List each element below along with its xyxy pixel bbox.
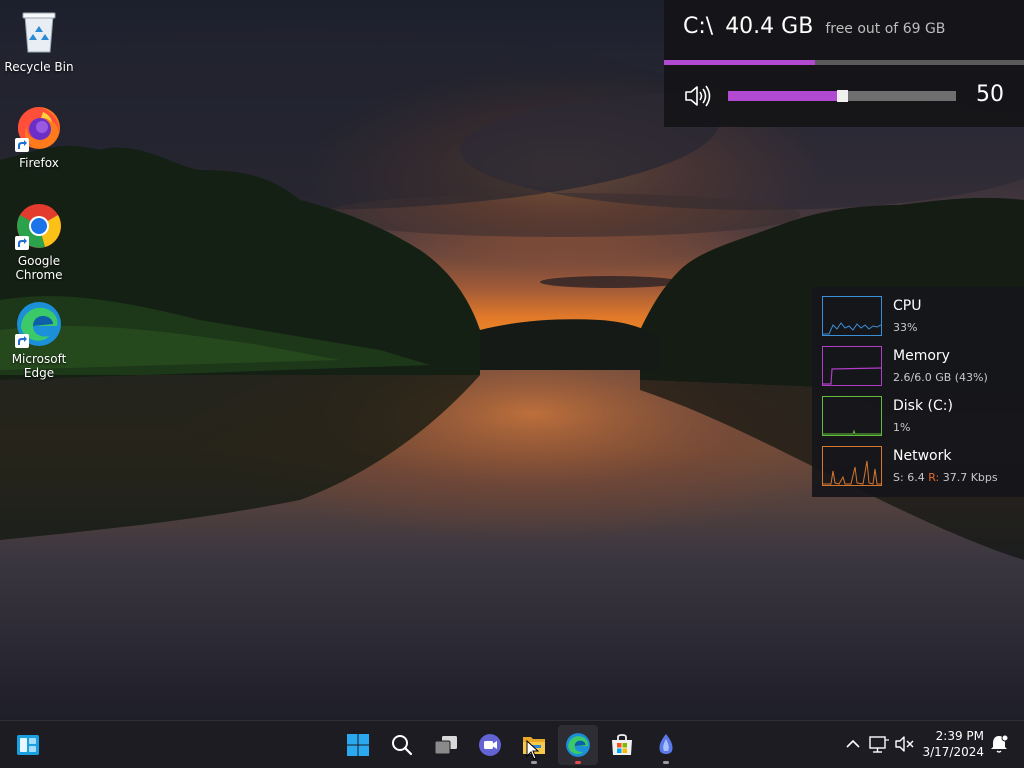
edge-icon <box>15 300 63 348</box>
clock-date: 3/17/2024 <box>922 745 984 759</box>
drive-info: C:\ 40.4 GB free out of 69 GB <box>683 14 945 39</box>
widgets-button[interactable] <box>8 725 48 765</box>
volume-muted-icon <box>895 736 914 752</box>
volume-tray-button[interactable] <box>894 733 916 755</box>
volume-slider[interactable] <box>728 90 956 102</box>
desktop-icon-firefox[interactable]: Firefox <box>1 104 77 170</box>
show-hidden-icons-button[interactable] <box>842 733 864 755</box>
cpu-graph <box>822 296 882 336</box>
pinned-app-button[interactable] <box>646 725 686 765</box>
running-indicator <box>531 761 537 764</box>
firefox-icon <box>15 104 63 152</box>
shortcut-arrow-icon <box>15 236 29 250</box>
network-graph <box>822 446 882 486</box>
microsoft-store-icon <box>612 734 632 755</box>
desktop-icon-label: Google Chrome <box>15 254 63 282</box>
desktop-icon-label: Microsoft Edge <box>11 352 67 380</box>
perf-cpu-value: 33% <box>893 321 918 334</box>
desktop-icon-microsoft-edge[interactable]: Microsoft Edge <box>1 300 77 380</box>
network-recv-label: R: <box>928 471 940 484</box>
perf-cpu-label: CPU <box>893 298 922 314</box>
perf-disk-label: Disk (C:) <box>893 398 953 414</box>
desktop-icon-label: Firefox <box>19 156 59 170</box>
perf-disk-value: 1% <box>893 421 911 434</box>
drive-volume-widget: C:\ 40.4 GB free out of 69 GB 50 <box>664 0 1024 127</box>
microsoft-store-button[interactable] <box>602 725 642 765</box>
perf-memory[interactable]: Memory 2.6/6.0 GB (43%) <box>822 346 1022 388</box>
chat-icon <box>479 734 501 756</box>
drive-letter: C:\ <box>683 14 714 39</box>
volume-slider-thumb[interactable] <box>837 90 848 102</box>
chat-button[interactable] <box>470 725 510 765</box>
perf-network[interactable]: Network S: 6.4 R: 37.7 Kbps <box>822 446 1022 488</box>
perf-network-label: Network <box>893 448 952 464</box>
chevron-up-icon <box>846 739 860 748</box>
performance-widget: CPU 33% Memory 2.6/6.0 GB (43%) Disk (C:… <box>812 287 1024 497</box>
task-view-icon <box>434 736 457 755</box>
running-indicator <box>575 761 581 764</box>
desktop-icon-recycle-bin[interactable]: Recycle Bin <box>1 8 77 74</box>
notifications-button[interactable] <box>988 733 1010 755</box>
edge-icon <box>566 733 590 757</box>
taskbar-clock[interactable]: 2:39 PM 3/17/2024 <box>922 728 984 760</box>
search-icon <box>392 735 413 756</box>
shortcut-arrow-icon <box>15 138 29 152</box>
clock-time: 2:39 PM <box>935 729 984 743</box>
perf-disk[interactable]: Disk (C:) 1% <box>822 396 1022 438</box>
chrome-icon <box>15 202 63 250</box>
start-button[interactable] <box>338 725 378 765</box>
recycle-bin-icon <box>15 8 63 56</box>
network-tray-button[interactable] <box>868 733 890 755</box>
network-recv-value: 37.7 Kbps <box>942 471 998 484</box>
volume-slider-fill <box>728 91 842 101</box>
perf-network-value: S: 6.4 R: 37.7 Kbps <box>893 471 998 484</box>
network-send-label: S: <box>893 471 904 484</box>
perf-memory-label: Memory <box>893 348 950 364</box>
desktop-icon-google-chrome[interactable]: Google Chrome <box>1 202 77 282</box>
shortcut-arrow-icon <box>15 334 29 348</box>
drive-free-space: 40.4 GB <box>725 14 814 39</box>
start-icon <box>347 734 369 756</box>
drive-total-text: free out of 69 GB <box>825 21 946 37</box>
search-button[interactable] <box>382 725 422 765</box>
task-view-button[interactable] <box>426 725 466 765</box>
perf-cpu[interactable]: CPU 33% <box>822 296 1022 338</box>
widgets-icon <box>17 735 39 755</box>
memory-graph <box>822 346 882 386</box>
disk-graph <box>822 396 882 436</box>
volume-value: 50 <box>976 82 1004 107</box>
app-icon <box>659 734 673 754</box>
taskbar: 2:39 PM 3/17/2024 <box>0 720 1024 768</box>
edge-button[interactable] <box>558 725 598 765</box>
drive-usage-bar <box>664 60 1024 65</box>
network-monitor-icon <box>869 736 889 753</box>
perf-memory-value: 2.6/6.0 GB (43%) <box>893 371 988 384</box>
desktop-icon-label: Recycle Bin <box>4 60 74 74</box>
drive-usage-fill <box>664 60 816 65</box>
mouse-cursor-icon <box>526 740 540 760</box>
speaker-icon[interactable] <box>684 84 712 108</box>
notification-bell-icon <box>991 734 1009 753</box>
running-indicator <box>663 761 669 764</box>
network-send-value: 6.4 <box>907 471 925 484</box>
